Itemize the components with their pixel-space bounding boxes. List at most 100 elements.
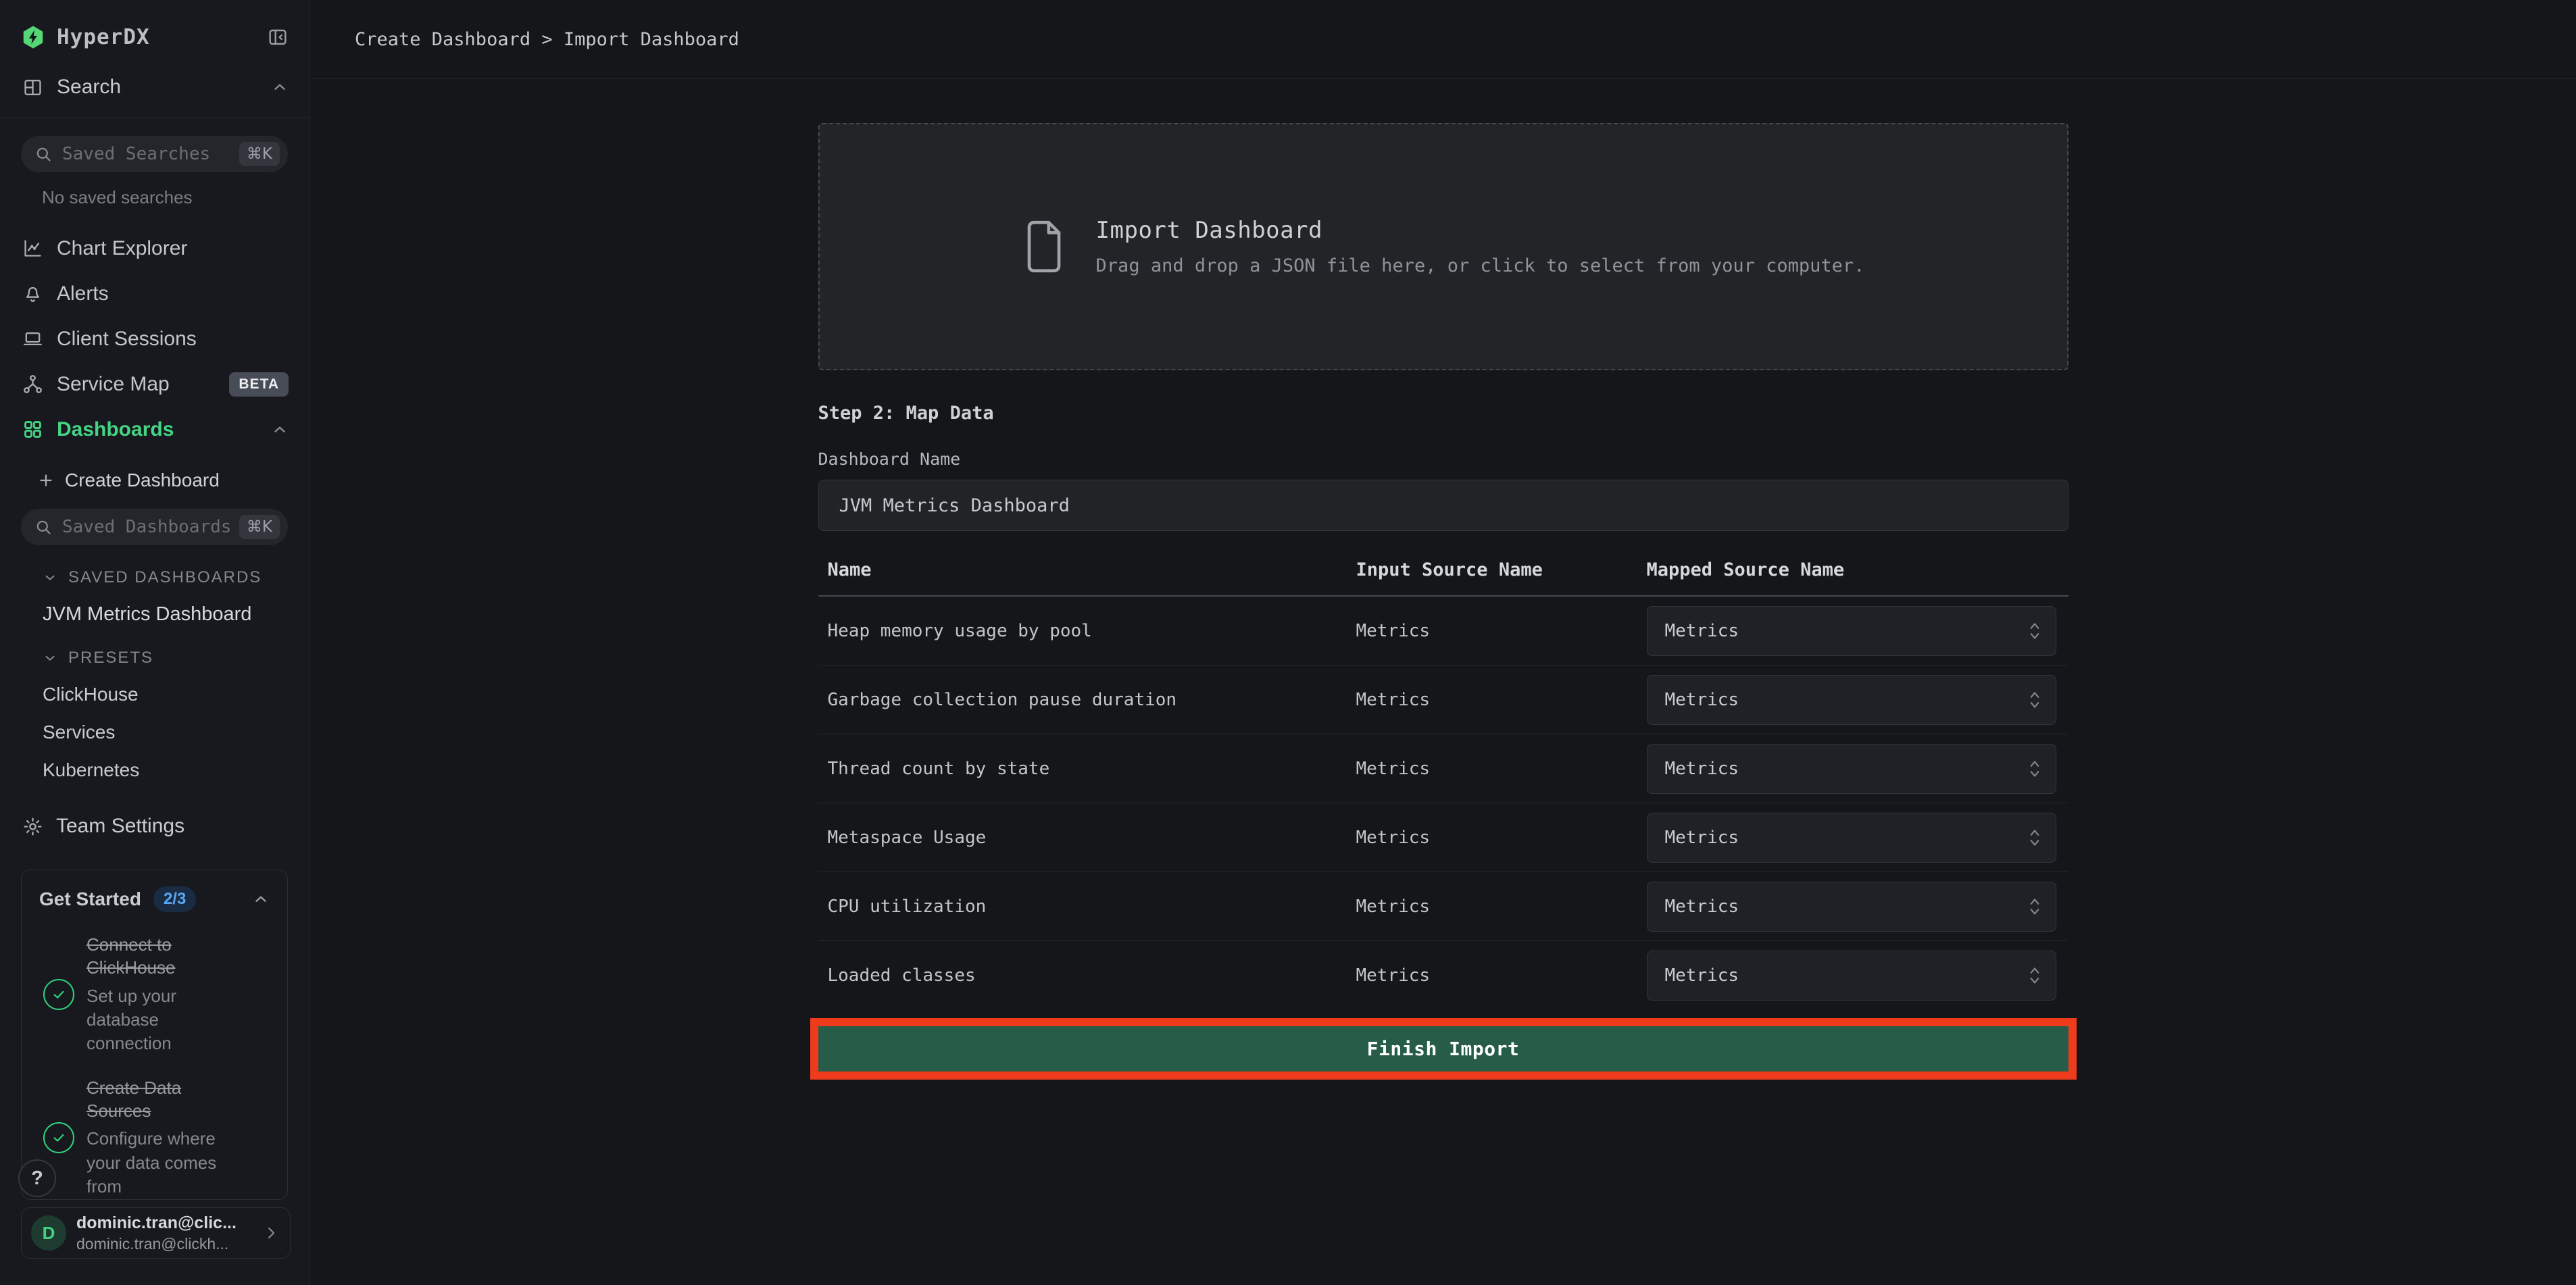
dropzone-subtitle: Drag and drop a JSON file here, or click… [1096,255,1865,276]
mapped-source-select[interactable]: Metrics [1647,882,2056,932]
mapped-source-select[interactable]: Metrics [1647,675,2056,725]
laptop-icon [22,328,43,349]
table-row: Garbage collection pause duration Metric… [818,665,2069,734]
input-source: Metrics [1356,897,1647,917]
chart-name: Garbage collection pause duration [828,690,1356,710]
sidebar-item-label: Dashboards [57,418,174,441]
sidebar-item-label: Chart Explorer [57,237,187,260]
app-title: HyperDX [57,25,150,49]
sidebar-item-dashboards[interactable]: Dashboards [0,407,309,452]
select-caret-icon [2027,963,2042,988]
sidebar-collapse-icon[interactable] [267,26,289,48]
check-circle-icon [43,979,74,1010]
search-icon [34,518,53,536]
chevron-down-icon [43,570,57,585]
preset-clickhouse[interactable]: ClickHouse [43,684,309,705]
sidebar-item-team-settings[interactable]: Team Settings [22,815,309,838]
sidebar-item-chart-explorer[interactable]: Chart Explorer [0,226,309,271]
preset-services[interactable]: Services [43,722,309,743]
no-saved-searches-text: No saved searches [42,187,309,208]
saved-dashboards-input[interactable]: ⌘K [21,509,288,545]
mapped-source-select[interactable]: Metrics [1647,744,2056,794]
get-started-steps: Connect to ClickHouse Set up your databa… [39,934,270,1200]
service-map-icon [22,374,43,395]
chart-explorer-icon [22,238,43,259]
mapping-table: Name Input Source Name Mapped Source Nam… [818,559,2069,1010]
preset-kubernetes[interactable]: Kubernetes [43,759,309,781]
group-presets[interactable]: PRESETS [43,649,309,667]
search-icon [34,145,53,163]
beta-badge: BETA [229,372,289,397]
column-mapped-source: Mapped Source Name [1647,559,2069,580]
file-dropzone[interactable]: Import Dashboard Drag and drop a JSON fi… [818,123,2069,370]
saved-dashboards-field[interactable] [62,517,230,537]
sidebar-item-client-sessions[interactable]: Client Sessions [0,316,309,361]
chevron-up-icon [271,421,289,438]
progress-badge: 2/3 [153,886,196,912]
sidebar-section-search[interactable]: Search [0,76,309,118]
step-create-data-sources[interactable]: Create Data Sources Configure where your… [39,1077,270,1199]
dashboard-name-label: Dashboard Name [818,449,2069,469]
sidebar-item-service-map[interactable]: Service Map BETA [0,361,309,407]
plus-icon [37,472,55,489]
group-label: PRESETS [68,649,153,667]
user-account-button[interactable]: D dominic.tran@clic... dominic.tran@clic… [21,1207,291,1259]
dashboard-name-input[interactable] [818,480,2069,531]
mapped-source-select[interactable]: Metrics [1647,606,2056,656]
create-dashboard-button[interactable]: Create Dashboard [37,470,309,491]
sidebar-item-label: Service Map [57,373,170,396]
select-caret-icon [2027,895,2042,919]
hyperdx-logo-icon [20,24,46,50]
mapped-source-select[interactable]: Metrics [1647,951,2056,1001]
gear-icon [22,816,43,837]
team-settings-label: Team Settings [56,815,184,838]
chart-name: CPU utilization [828,897,1356,917]
import-content: Import Dashboard Drag and drop a JSON fi… [818,123,2069,1080]
breadcrumb: Create Dashboard > Import Dashboard [355,29,739,50]
get-started-header[interactable]: Get Started 2/3 [39,886,270,912]
saved-searches-field[interactable] [62,144,230,164]
get-started-title: Get Started [39,888,141,910]
input-source: Metrics [1356,621,1647,641]
step-title: Connect to ClickHouse [86,934,240,980]
step-2-heading: Step 2: Map Data [818,403,2069,424]
search-section-label: Search [57,76,121,99]
chart-name: Thread count by state [828,759,1356,779]
mapped-source-select[interactable]: Metrics [1647,813,2056,863]
step-desc: Configure where your data comes from [86,1127,240,1198]
table-row: Metaspace Usage Metrics Metrics [818,803,2069,872]
sidebar-nav: Chart Explorer Alerts Client Sessions [0,226,309,452]
saved-searches-input[interactable]: ⌘K [21,136,288,172]
sidebar-item-label: Alerts [57,282,109,305]
saved-dashboard-jvm-metrics[interactable]: JVM Metrics Dashboard [43,603,309,626]
chart-name: Metaspace Usage [828,828,1356,848]
chevron-up-icon [252,890,270,908]
input-source: Metrics [1356,828,1647,848]
chevron-up-icon [271,78,289,96]
input-source: Metrics [1356,759,1647,779]
finish-import-button[interactable]: Finish Import [818,1026,2069,1072]
input-source: Metrics [1356,690,1647,710]
step-connect-to-clickhouse[interactable]: Connect to ClickHouse Set up your databa… [39,934,270,1055]
select-caret-icon [2027,619,2042,643]
sidebar: HyperDX Search ⌘K No saved searches [0,0,309,1285]
user-name: dominic.tran@clic... [76,1213,251,1233]
select-caret-icon [2027,826,2042,850]
select-caret-icon [2027,688,2042,712]
table-row: Thread count by state Metrics Metrics [818,734,2069,803]
chevron-down-icon [43,651,57,665]
chart-name: Loaded classes [828,965,1356,986]
check-circle-icon [43,1122,74,1153]
logo-row: HyperDX [0,0,309,50]
column-name: Name [828,559,1356,580]
dashboards-icon [22,419,43,440]
shortcut-badge: ⌘K [239,515,280,539]
group-saved-dashboards[interactable]: SAVED DASHBOARDS [43,568,309,587]
file-icon [1022,218,1066,275]
step-desc: Set up your database connection [86,984,240,1055]
table-row: Loaded classes Metrics Metrics [818,941,2069,1010]
shortcut-badge: ⌘K [239,142,280,166]
help-button[interactable]: ? [18,1159,56,1197]
sidebar-item-alerts[interactable]: Alerts [0,271,309,316]
avatar: D [31,1215,66,1251]
